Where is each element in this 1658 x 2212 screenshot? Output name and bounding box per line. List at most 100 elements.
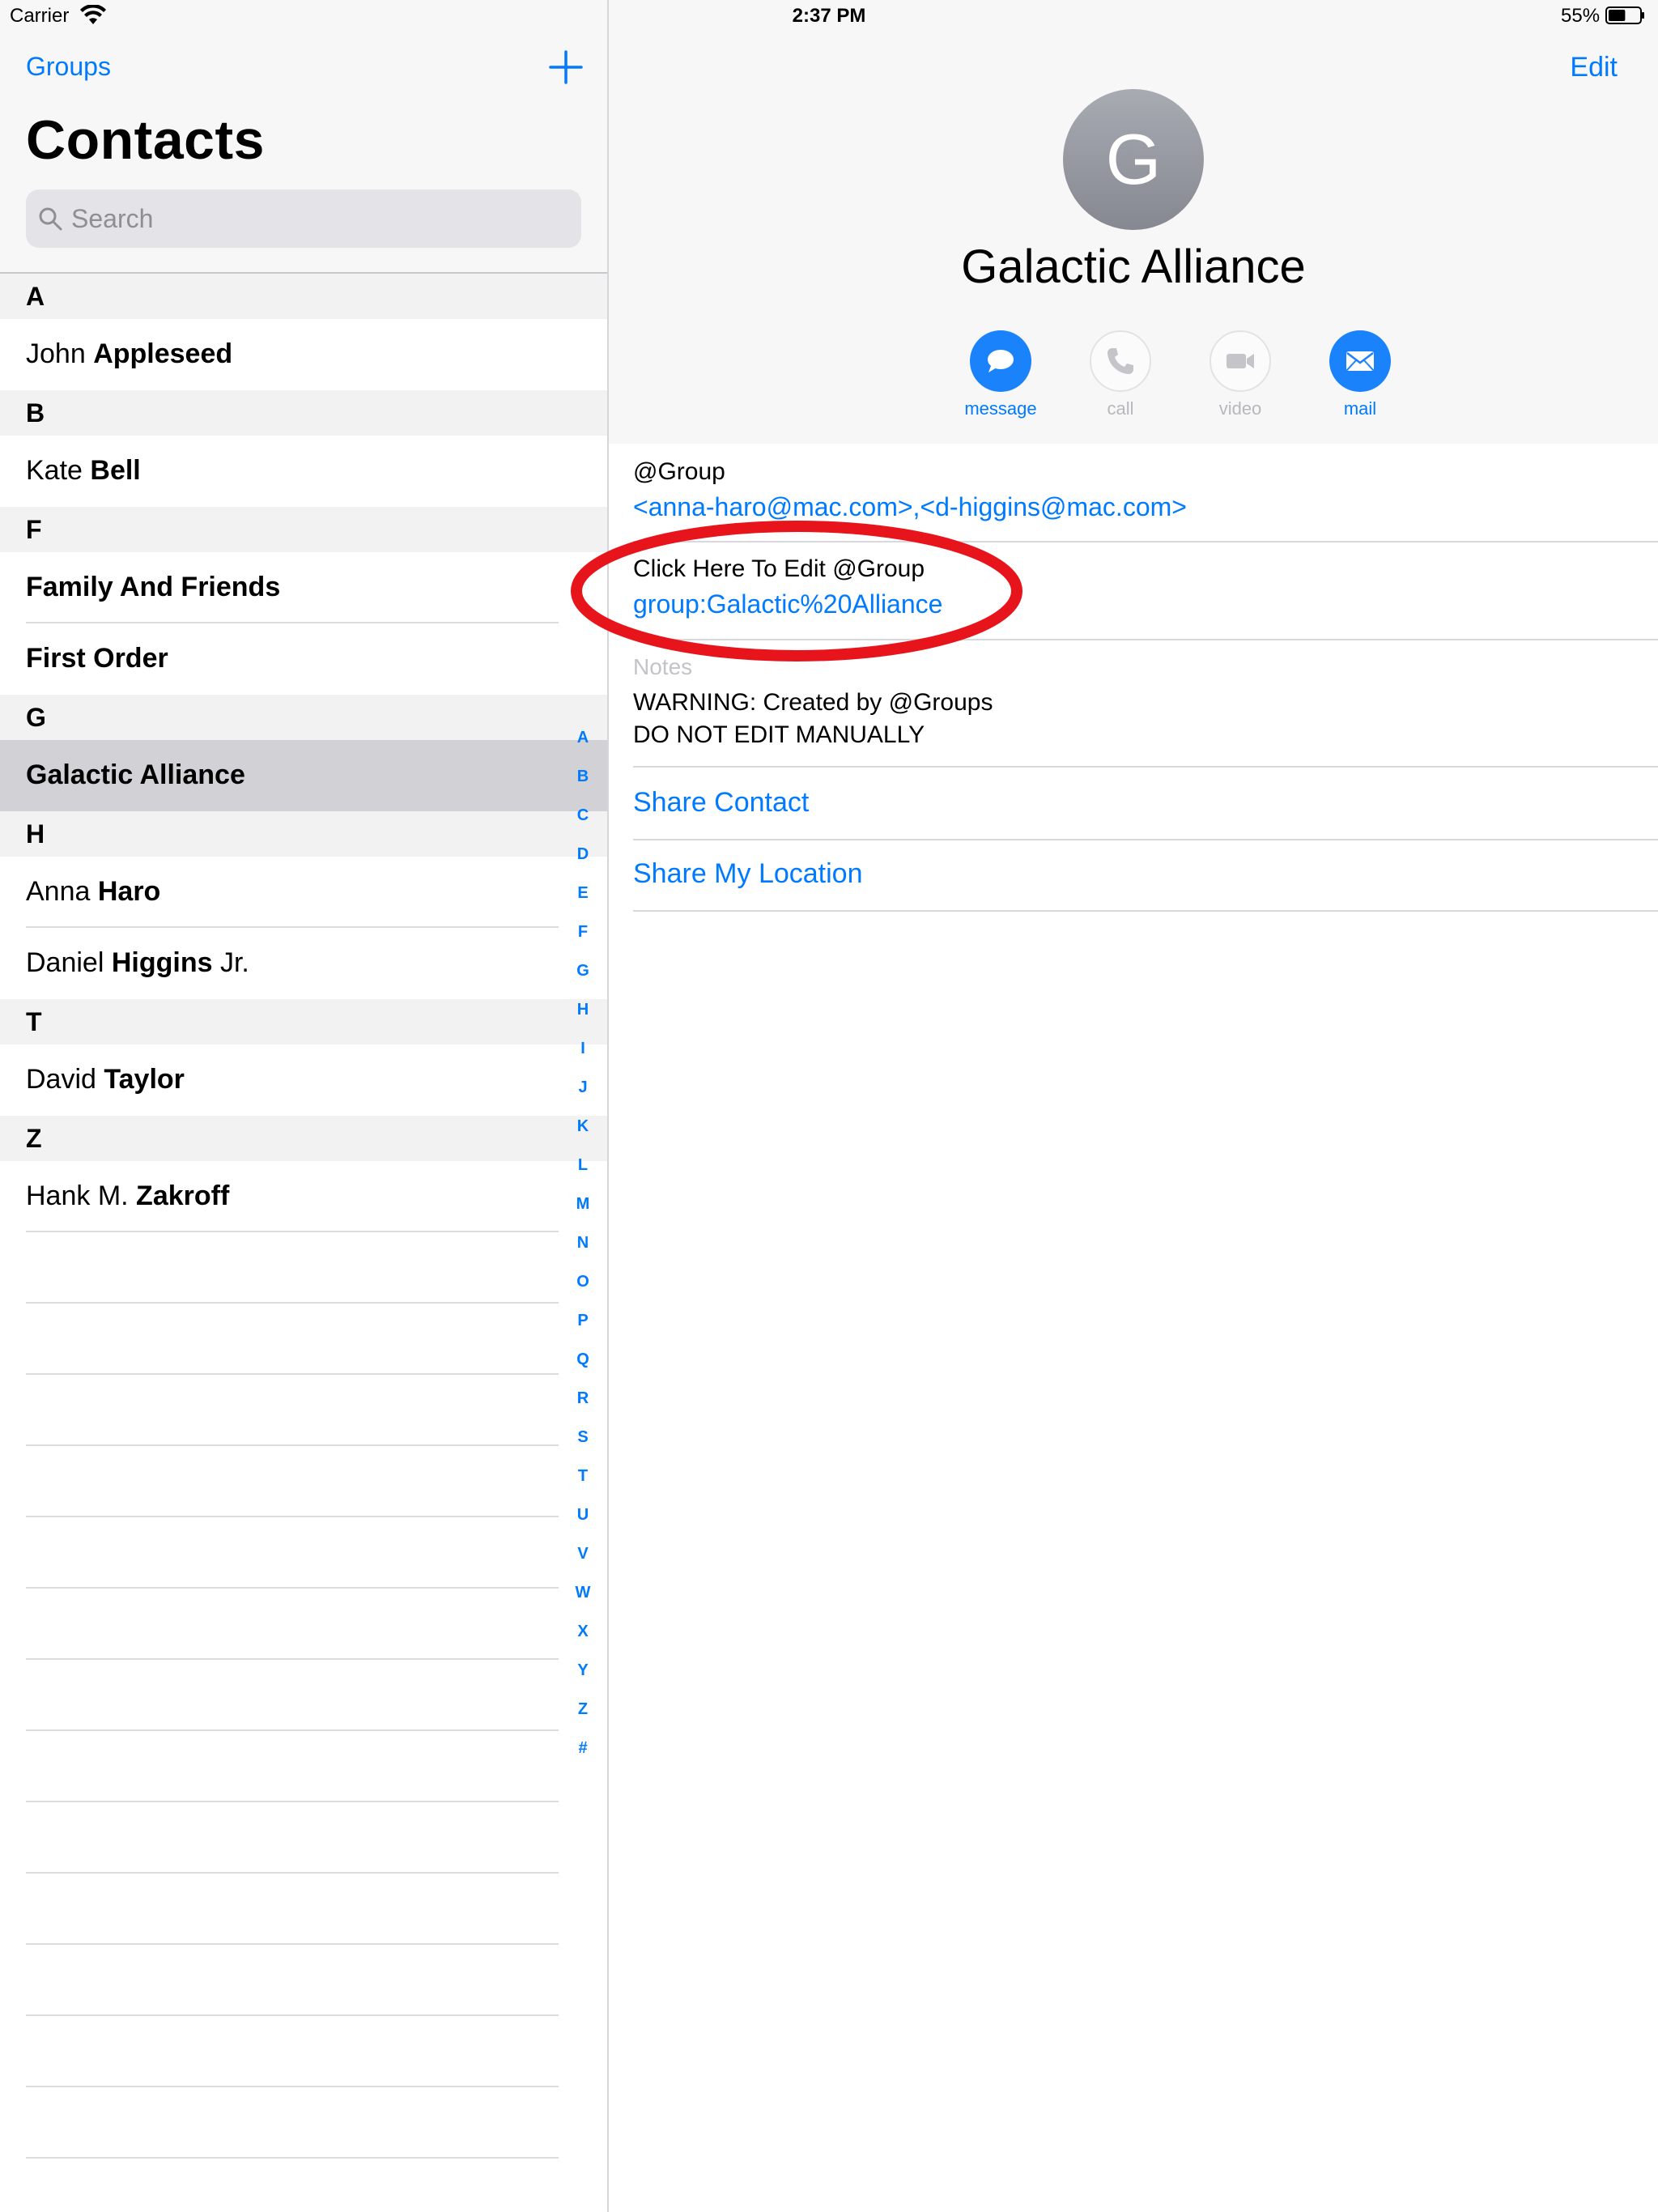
status-bar: Carrier 2:37 PM 55% xyxy=(0,0,1658,32)
contact-name-label: First Order xyxy=(26,643,168,674)
contacts-list-pane: Groups Contacts A John Appleseed B Kate Bel… xyxy=(0,0,607,2212)
contact-row[interactable]: Family And Friends xyxy=(0,552,607,623)
index-letter[interactable]: X xyxy=(567,1623,599,1641)
message-icon xyxy=(988,350,1014,372)
search-input[interactable] xyxy=(71,189,557,248)
index-letter[interactable]: Y xyxy=(567,1661,599,1680)
empty-row-separator xyxy=(26,1658,559,1660)
contact-detail-pane: Edit G Galactic Alliance message call vi… xyxy=(609,0,1658,2212)
index-letter[interactable]: V xyxy=(567,1545,599,1563)
contact-row[interactable]: John Appleseed xyxy=(0,319,607,390)
section-header-g: G xyxy=(0,695,607,740)
index-letter[interactable]: O xyxy=(567,1273,599,1291)
index-letter[interactable]: C xyxy=(567,806,599,825)
last-name: Family And Friends xyxy=(26,572,281,602)
section-letter: T xyxy=(26,1007,42,1036)
add-contact-button[interactable] xyxy=(547,49,585,86)
contact-name-label: David Taylor xyxy=(26,1064,185,1095)
group-field-value[interactable]: <anna-haro@mac.com>,<d-higgins@mac.com> xyxy=(633,492,1187,522)
section-letter: A xyxy=(26,282,45,311)
index-letter[interactable]: K xyxy=(567,1117,599,1136)
separator xyxy=(633,639,1658,640)
index-letter[interactable]: M xyxy=(567,1195,599,1214)
contact-row[interactable]: Hank M. Zakroff xyxy=(0,1161,607,1232)
last-name: Appleseed xyxy=(93,338,233,369)
contact-row[interactable]: David Taylor xyxy=(0,1044,607,1116)
separator xyxy=(633,541,1658,542)
index-letter[interactable]: R xyxy=(567,1389,599,1408)
section-letter: G xyxy=(26,703,46,732)
empty-row-separator xyxy=(26,2086,559,2087)
empty-row-separator xyxy=(26,1444,559,1446)
index-letter[interactable]: J xyxy=(567,1078,599,1097)
share-contact-button[interactable]: Share Contact xyxy=(633,787,809,819)
contact-card-header: Edit G Galactic Alliance message call vi… xyxy=(609,0,1658,444)
index-letter[interactable]: W xyxy=(567,1584,599,1602)
index-letter[interactable]: Z xyxy=(567,1700,599,1719)
last-name: Higgins xyxy=(111,947,213,978)
index-letter[interactable]: S xyxy=(567,1428,599,1447)
index-letter[interactable]: N xyxy=(567,1234,599,1253)
avatar: G xyxy=(1063,89,1204,230)
contact-row[interactable]: Kate Bell xyxy=(0,436,607,507)
contact-row[interactable]: Anna Haro xyxy=(0,857,607,928)
battery-percent: 55% xyxy=(1561,5,1601,27)
section-header-z: Z xyxy=(0,1116,607,1161)
empty-row-separator xyxy=(26,1231,559,1232)
index-letter[interactable]: F xyxy=(567,923,599,942)
notes-line: DO NOT EDIT MANUALLY xyxy=(633,721,925,748)
index-letter[interactable]: D xyxy=(567,845,599,864)
notes-line: WARNING: Created by @Groups xyxy=(633,689,993,716)
index-letter[interactable]: A xyxy=(567,729,599,747)
mail-circle xyxy=(1329,330,1391,392)
last-name: Zakroff xyxy=(136,1180,230,1211)
index-letter[interactable]: Q xyxy=(567,1351,599,1369)
contact-name-label: John Appleseed xyxy=(26,338,232,370)
avatar-initial: G xyxy=(1105,119,1162,199)
clock: 2:37 PM xyxy=(792,5,866,27)
call-circle xyxy=(1090,330,1151,392)
contacts-header: Groups Contacts xyxy=(0,0,607,274)
index-letter[interactable]: T xyxy=(567,1467,599,1486)
call-label: call xyxy=(1107,398,1134,419)
index-letter[interactable]: L xyxy=(567,1156,599,1175)
edit-button[interactable]: Edit xyxy=(1570,52,1618,83)
message-circle xyxy=(970,330,1031,392)
section-letter: F xyxy=(26,515,42,544)
index-letter[interactable]: P xyxy=(567,1312,599,1330)
last-name: Galactic Alliance xyxy=(26,759,245,790)
index-letter[interactable]: I xyxy=(567,1040,599,1058)
index-letter[interactable]: G xyxy=(567,962,599,981)
section-letter: B xyxy=(26,398,45,428)
last-name: Haro xyxy=(97,876,161,907)
contact-name-label: Galactic Alliance xyxy=(26,759,245,791)
video-icon xyxy=(1226,354,1254,368)
groups-button[interactable]: Groups xyxy=(26,52,111,82)
empty-row-separator xyxy=(26,1373,559,1375)
empty-row-separator xyxy=(26,1943,559,1945)
contact-row[interactable]: Daniel Higgins Jr. xyxy=(0,928,607,999)
empty-row-separator xyxy=(26,1729,559,1731)
search-bar[interactable] xyxy=(26,189,581,248)
first-name: David xyxy=(26,1064,104,1095)
notes-label: Notes xyxy=(633,654,693,679)
first-name: Hank M. xyxy=(26,1180,137,1211)
edit-group-link[interactable]: group:Galactic%20Alliance xyxy=(633,589,942,619)
first-name: Kate xyxy=(26,455,91,486)
contact-row[interactable]: Galactic Alliance xyxy=(0,740,607,811)
index-letter[interactable]: E xyxy=(567,884,599,903)
index-letter[interactable]: # xyxy=(567,1739,599,1758)
first-name: Anna xyxy=(26,876,98,907)
share-location-button[interactable]: Share My Location xyxy=(633,858,863,890)
video-label: video xyxy=(1218,398,1262,419)
contact-name-label: Family And Friends xyxy=(26,572,280,603)
contact-row[interactable]: First Order xyxy=(0,623,607,695)
contact-name-label: Anna Haro xyxy=(26,876,160,908)
section-header-f: F xyxy=(0,507,607,552)
index-letter[interactable]: U xyxy=(567,1506,599,1525)
name-suffix: Jr. xyxy=(212,947,249,978)
index-letter[interactable]: B xyxy=(567,768,599,786)
section-letter: H xyxy=(26,819,45,849)
index-letter[interactable]: H xyxy=(567,1001,599,1019)
last-name: First Order xyxy=(26,643,168,674)
